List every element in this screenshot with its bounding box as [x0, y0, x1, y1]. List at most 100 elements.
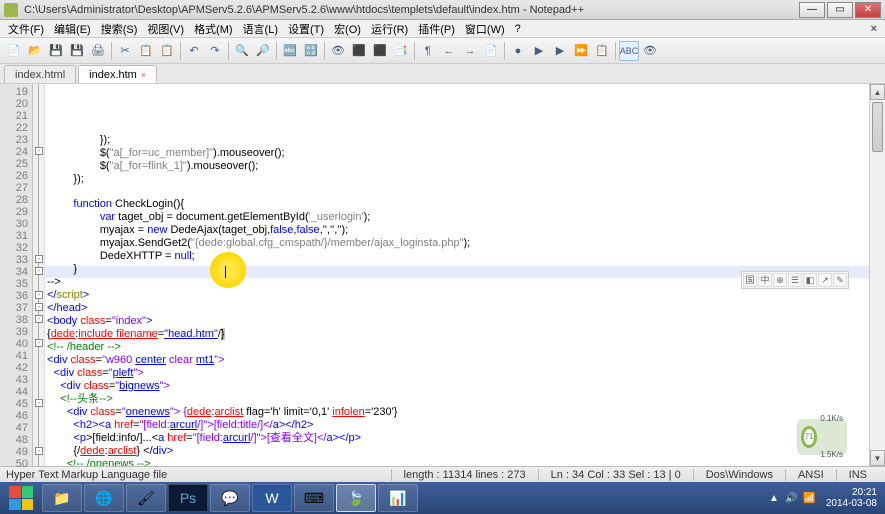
sync-v-icon[interactable]: 👁 [328, 41, 348, 61]
tab-index-html[interactable]: index.html [4, 65, 76, 83]
menu-language[interactable]: 语言(L) [239, 20, 282, 38]
mini-btn[interactable]: 中 [758, 273, 772, 287]
redo-icon[interactable]: ↷ [205, 41, 225, 61]
undo-icon[interactable]: ↶ [184, 41, 204, 61]
mini-btn[interactable]: ⊕ [773, 273, 787, 287]
code-area[interactable]: }); $("a[_for=uc_member]").mouseover(); … [45, 84, 869, 466]
spell-icon[interactable]: ABC [619, 41, 639, 61]
outdent-icon[interactable]: ← [439, 41, 459, 61]
taskbar-app-photoshop[interactable]: Ps [168, 484, 208, 512]
mini-btn[interactable]: ◧ [803, 273, 817, 287]
window-title: C:\Users\Administrator\Desktop\APMServ5.… [24, 4, 799, 16]
vertical-scrollbar[interactable]: ▲ ▼ [869, 84, 885, 466]
taskbar-app-browser[interactable]: 🌐 [84, 484, 124, 512]
menu-help[interactable]: ? [511, 22, 525, 36]
line-number: 36 [0, 290, 28, 302]
performance-widget[interactable]: 71 0.1K/s 1.5K/s [797, 419, 847, 455]
taskbar-app-picker[interactable]: 🖌 [126, 484, 166, 512]
line-number: 43 [0, 374, 28, 386]
minimize-button[interactable]: — [799, 2, 825, 18]
line-number: 19 [0, 86, 28, 98]
taskbar-clock[interactable]: 20:21 2014-03-08 [822, 487, 881, 509]
tab-label: index.html [15, 69, 65, 81]
menu-macro[interactable]: 宏(O) [330, 20, 365, 38]
play-icon[interactable]: ▶ [529, 41, 549, 61]
floating-toolbar: 国 中 ⊕ ☰ ◧ ↗ ✎ [741, 271, 849, 289]
menu-view[interactable]: 视图(V) [143, 20, 188, 38]
new-icon[interactable]: 📄 [4, 41, 24, 61]
menu-run[interactable]: 运行(R) [367, 20, 412, 38]
save-icon[interactable]: 💾 [46, 41, 66, 61]
line-number: 48 [0, 434, 28, 446]
mini-btn[interactable]: 国 [743, 273, 757, 287]
scroll-thumb[interactable] [872, 102, 883, 152]
tab-close-icon[interactable]: × [141, 70, 146, 80]
fast-icon[interactable]: ⏩ [571, 41, 591, 61]
scroll-up-icon[interactable]: ▲ [870, 84, 885, 100]
save-macro-icon[interactable]: 📋 [592, 41, 612, 61]
line-number: 30 [0, 218, 28, 230]
system-tray: ▲ 🔊 📶 20:21 2014-03-08 [769, 487, 883, 509]
upload-speed: 0.1K/s [820, 413, 843, 425]
line-number: 31 [0, 230, 28, 242]
menu-file[interactable]: 文件(F) [4, 20, 48, 38]
close-button[interactable]: ✕ [855, 2, 881, 18]
taskbar-app-terminal[interactable]: ⌨ [294, 484, 334, 512]
menu-settings[interactable]: 设置(T) [284, 20, 328, 38]
close-document-button[interactable]: × [867, 23, 881, 35]
line-number: 42 [0, 362, 28, 374]
replace-icon[interactable]: 🔎 [253, 41, 273, 61]
line-number: 33 [0, 254, 28, 266]
taskbar-app-sheet[interactable]: 📊 [378, 484, 418, 512]
taskbar-app-notepadpp[interactable]: 🍃 [336, 484, 376, 512]
tray-overflow-icon[interactable]: ▲ [769, 493, 779, 504]
fold-margin[interactable]: - - - - - - - - - [33, 84, 45, 466]
taskbar-app-explorer[interactable]: 📁 [42, 484, 82, 512]
line-number: 29 [0, 206, 28, 218]
record-icon[interactable]: ● [508, 41, 528, 61]
taskbar-app-chat[interactable]: 💬 [210, 484, 250, 512]
indent-icon[interactable]: → [460, 41, 480, 61]
line-number: 44 [0, 386, 28, 398]
find-icon[interactable]: 🔍 [232, 41, 252, 61]
line-number: 34 [0, 266, 28, 278]
save-all-icon[interactable]: 💾 [67, 41, 87, 61]
zoom-out-icon[interactable]: 🔡 [301, 41, 321, 61]
taskbar-app-word[interactable]: W [252, 484, 292, 512]
line-number: 32 [0, 242, 28, 254]
app-icon [4, 3, 18, 17]
line-number: 46 [0, 410, 28, 422]
play-multi-icon[interactable]: ▶ [550, 41, 570, 61]
status-encoding: ANSI [785, 469, 836, 481]
menu-format[interactable]: 格式(M) [190, 20, 237, 38]
paste-icon[interactable]: 📋 [157, 41, 177, 61]
menu-search[interactable]: 搜索(S) [97, 20, 142, 38]
line-number: 26 [0, 170, 28, 182]
copy-icon[interactable]: 📋 [136, 41, 156, 61]
tab-index-htm[interactable]: index.htm × [78, 65, 157, 83]
monitor-icon[interactable]: 👁 [640, 41, 660, 61]
open-icon[interactable]: 📂 [25, 41, 45, 61]
print-icon[interactable]: 🖨 [88, 41, 108, 61]
mini-btn[interactable]: ✎ [833, 273, 847, 287]
para-icon[interactable]: ¶ [418, 41, 438, 61]
editor-area: 19 20 21 22 23 24 25 26 27 28 29 30 31 3… [0, 84, 885, 466]
tray-network-icon[interactable]: 📶 [803, 493, 815, 504]
text-cursor [225, 266, 226, 278]
menu-window[interactable]: 窗口(W) [461, 20, 509, 38]
start-button[interactable] [2, 483, 40, 513]
mini-btn[interactable]: ↗ [818, 273, 832, 287]
mini-btn[interactable]: ☰ [788, 273, 802, 287]
all-chars-icon[interactable]: ⬛ [370, 41, 390, 61]
scroll-down-icon[interactable]: ▼ [870, 450, 885, 466]
maximize-button[interactable]: ▭ [827, 2, 853, 18]
zoom-in-icon[interactable]: 🔤 [280, 41, 300, 61]
wordwrap-icon[interactable]: ⬛ [349, 41, 369, 61]
func-list-icon[interactable]: 📄 [481, 41, 501, 61]
indent-guide-icon[interactable]: 📑 [391, 41, 411, 61]
cut-icon[interactable]: ✂ [115, 41, 135, 61]
status-position: Ln : 34 Col : 33 Sel : 13 | 0 [538, 469, 693, 481]
menu-edit[interactable]: 编辑(E) [50, 20, 95, 38]
menu-plugins[interactable]: 插件(P) [414, 20, 459, 38]
tray-volume-icon[interactable]: 🔊 [785, 493, 797, 504]
